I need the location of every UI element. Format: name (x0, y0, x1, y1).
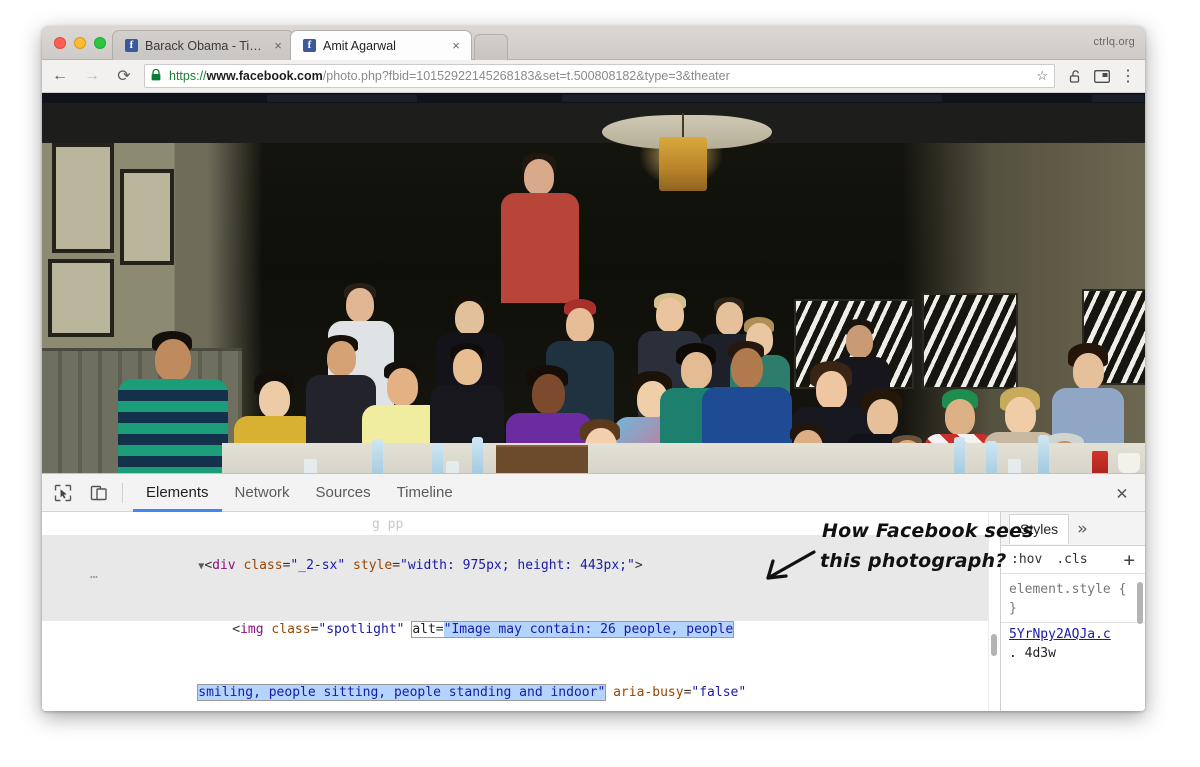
attr-name-class: class (243, 558, 282, 573)
browser-window: f Barack Obama - Timeline × f Amit Agarw… (42, 26, 1145, 711)
tab-title: Amit Agarwal (323, 39, 449, 53)
framed-picture (48, 259, 114, 337)
style-source-link[interactable]: 5YrNpy2AQJa.c (1009, 627, 1111, 642)
browser-toolbar: ← → ⟳ https://www.facebook.com/photo.php… (42, 60, 1145, 93)
unlocked-padlock-icon[interactable] (1063, 63, 1089, 89)
wall-art-panel (922, 293, 1018, 389)
dining-table (222, 443, 1145, 473)
tab-elements[interactable]: Elements (133, 474, 222, 512)
new-style-rule-button[interactable]: + (1124, 549, 1135, 571)
dom-line-div-open[interactable]: ▼<div class="_2-sx" style="width: 975px;… (42, 534, 1000, 598)
bookmark-star-icon[interactable]: ☆ (1030, 68, 1048, 84)
wooden-box-on-table (496, 445, 588, 473)
punct: < (204, 558, 212, 573)
more-tabs-chevron-icon[interactable]: » (1077, 519, 1087, 539)
attr-value-style: "width: 975px; height: 443px;" (400, 558, 635, 573)
attr-value-aria-busy: "false" (691, 685, 746, 700)
secure-lock-icon (151, 69, 163, 84)
attr-name-class: class (271, 622, 310, 637)
punct: < (232, 622, 240, 637)
browser-tab-strip: f Barack Obama - Timeline × f Amit Agarw… (42, 26, 1145, 60)
style-selector: . 4d3w (1001, 646, 1145, 661)
tab-timeline[interactable]: Timeline (384, 474, 466, 512)
tag-name: img (240, 622, 263, 637)
page-viewport (42, 93, 1145, 473)
url-host: www.facebook.com (207, 69, 323, 83)
reload-button[interactable]: ⟳ (110, 62, 138, 90)
punct: > (635, 558, 643, 573)
dom-tree-pane[interactable]: g pp … ▼<div class="_2-sx" style="width:… (42, 512, 1000, 711)
address-bar[interactable]: https://www.facebook.com/photo.php?fbid=… (144, 64, 1055, 88)
window-maximize-button[interactable] (94, 37, 106, 49)
tab-title: Barack Obama - Timeline (145, 39, 271, 53)
styles-scrollbar-thumb[interactable] (1137, 582, 1143, 624)
attr-value-spotlight: "spotlight" (318, 622, 404, 637)
hover-state-button[interactable]: :hov (1011, 552, 1042, 567)
styles-filter-bar: :hov .cls + (1001, 546, 1145, 574)
style-source-link-row: 5YrNpy2AQJa.c (1001, 623, 1145, 646)
attr-name-alt: alt (412, 622, 435, 637)
tag-name: div (212, 558, 235, 573)
white-cup (1118, 453, 1140, 473)
attr-name-aria-busy: aria-busy (613, 685, 683, 700)
framed-picture (120, 169, 174, 265)
alt-attribute-editbox-continued[interactable]: smiling, people sitting, people standing… (198, 685, 605, 700)
dom-line-alt-continued[interactable]: smiling, people sitting, people standing… (42, 661, 1000, 711)
tab-sources[interactable]: Sources (303, 474, 384, 512)
tab-styles[interactable]: Styles (1009, 514, 1069, 544)
tab-close-icon[interactable]: × (449, 40, 463, 52)
inspect-element-icon[interactable] (48, 479, 78, 507)
facebook-favicon-icon: f (303, 39, 316, 52)
devtools-toolbar: Elements Network Sources Timeline ✕ (42, 474, 1145, 512)
url-scheme: https:// (169, 69, 207, 83)
browser-tab-amit-agarwal[interactable]: f Amit Agarwal × (290, 30, 472, 60)
toolbar-divider (122, 483, 123, 503)
devtools-close-icon[interactable]: ✕ (1111, 482, 1133, 504)
forward-button[interactable]: → (78, 62, 106, 90)
browser-tab-barack-obama-timeline[interactable]: f Barack Obama - Timeline × (112, 30, 294, 60)
window-close-button[interactable] (54, 37, 66, 49)
styles-tabstrip: Styles » (1001, 512, 1145, 546)
facebook-favicon-icon: f (125, 39, 138, 52)
attr-name-style: style (353, 558, 392, 573)
devtools-body: g pp … ▼<div class="_2-sx" style="width:… (42, 512, 1145, 711)
url-path: /photo.php?fbid=10152922145268183&set=t.… (323, 69, 730, 83)
cast-icon[interactable] (1089, 63, 1115, 89)
dom-scrollbar-track[interactable] (988, 512, 1000, 711)
window-minimize-button[interactable] (74, 37, 86, 49)
framed-picture (52, 143, 114, 253)
space (345, 558, 353, 573)
browser-menu-icon[interactable]: ⋮ (1115, 63, 1141, 89)
device-toolbar-icon[interactable] (84, 479, 114, 507)
truncated-line-above: g pp (372, 514, 403, 535)
devtools-panel: Elements Network Sources Timeline ✕ g pp… (42, 473, 1145, 711)
facebook-photo-image[interactable] (42, 103, 1145, 473)
attr-value-alt-part2: smiling, people sitting, people standing… (198, 685, 605, 700)
dom-scrollbar-thumb[interactable] (991, 634, 997, 656)
new-tab-button[interactable] (474, 34, 508, 60)
pendant-lamp (659, 137, 707, 191)
equals: = (392, 558, 400, 573)
styles-pane: Styles » :hov .cls + element.style { } 5… (1000, 512, 1145, 711)
tab-close-icon[interactable]: × (271, 40, 285, 52)
equals: = (436, 622, 444, 637)
alt-attribute-editbox[interactable]: alt="Image may contain: 26 people, peopl… (412, 622, 733, 637)
back-button[interactable]: ← (46, 62, 74, 90)
tab-network[interactable]: Network (222, 474, 303, 512)
facebook-theater-chrome (42, 93, 1145, 103)
lamp-cord (682, 113, 684, 139)
attr-value-alt-part1: "Image may contain: 26 people, people (444, 622, 734, 637)
element-style-rule[interactable]: element.style { } (1001, 574, 1145, 623)
attr-value-class: "_2-sx" (290, 558, 345, 573)
space (605, 685, 613, 700)
watermark-label: ctrlq.org (1093, 36, 1135, 48)
class-editor-button[interactable]: .cls (1056, 552, 1087, 567)
dom-line-img-open[interactable]: <img class = "spotlight" alt="Image may co… (42, 598, 1000, 661)
